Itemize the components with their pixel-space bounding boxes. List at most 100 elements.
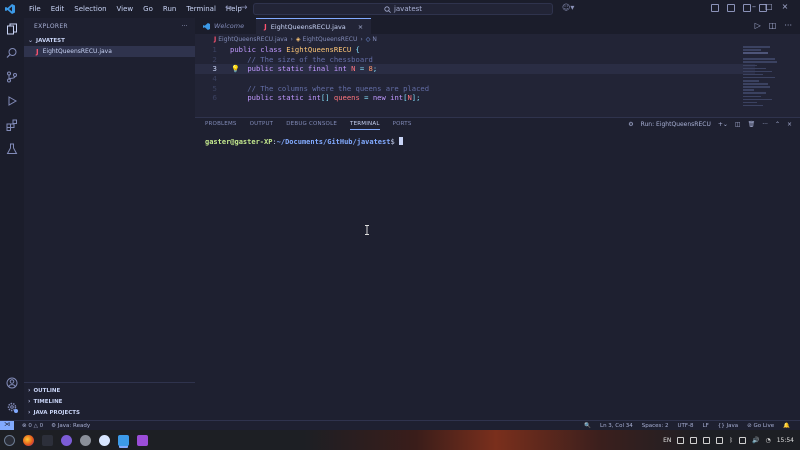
cursor-position[interactable]: Ln 3, Col 34: [600, 423, 633, 429]
vscode-icon: [203, 22, 210, 30]
breadcrumb-field[interactable]: N: [372, 36, 377, 43]
system-tray: EN ᛒ 🔊 ◔ 15:54: [663, 436, 794, 444]
status-bar: ⋊ ⊗ 0 △ 0 ⚙ Java: Ready 🔍 Ln 3, Col 34 S…: [0, 420, 800, 431]
tab-eightqueens[interactable]: J EightQueensRECU.java ×: [256, 18, 372, 34]
code-line-text: public static final int N = 8;: [247, 64, 378, 74]
line-number: 3: [212, 64, 217, 74]
menu-file[interactable]: File: [24, 5, 46, 13]
settings-icon[interactable]: [80, 434, 91, 446]
run-icon[interactable]: ▷: [755, 21, 761, 30]
menu-view[interactable]: View: [112, 5, 139, 13]
manage-gear-icon[interactable]: [6, 401, 18, 413]
source-control-icon[interactable]: [6, 71, 18, 83]
menu-run[interactable]: Run: [158, 5, 181, 13]
vscode-taskbar-icon[interactable]: [118, 434, 129, 446]
chrome-icon[interactable]: [99, 434, 110, 446]
folder-javatest[interactable]: ⌄ JAVATEST: [24, 35, 195, 46]
menu-edit[interactable]: Edit: [46, 5, 70, 13]
files-icon[interactable]: [42, 434, 53, 446]
close-icon[interactable]: ×: [782, 2, 789, 11]
field-symbol-icon: ◇: [365, 35, 371, 43]
tab-welcome[interactable]: Welcome: [195, 18, 252, 34]
close-tab-icon[interactable]: ×: [358, 23, 363, 31]
tab-debug-console[interactable]: DEBUG CONSOLE: [286, 121, 337, 129]
java-file-icon: J: [214, 35, 217, 43]
run-debug-icon[interactable]: [6, 95, 18, 107]
minimize-icon[interactable]: –: [752, 2, 756, 11]
search-text: javatest: [393, 5, 423, 13]
section-timeline[interactable]: › TIMELINE: [24, 396, 195, 407]
clipboard-icon[interactable]: [716, 436, 724, 444]
maximize-icon[interactable]: □: [765, 2, 773, 11]
close-panel-icon[interactable]: ×: [787, 121, 792, 128]
network-icon[interactable]: ◔: [765, 437, 770, 444]
breadcrumb-file[interactable]: EightQueensRECU.java: [218, 36, 287, 43]
language-mode[interactable]: {} Java: [718, 423, 738, 429]
app-launcher-icon[interactable]: [4, 434, 15, 446]
clock[interactable]: 15:54: [777, 437, 794, 444]
app-icon[interactable]: [61, 434, 72, 446]
kill-terminal-icon[interactable]: 🗑: [748, 121, 756, 128]
volume-icon[interactable]: 🔊: [752, 437, 759, 444]
battery-icon[interactable]: [738, 436, 746, 444]
breadcrumb-class[interactable]: EightQueensRECU: [303, 36, 358, 43]
new-terminal-icon[interactable]: +⌄: [718, 121, 728, 128]
tray-icon[interactable]: [690, 436, 698, 444]
section-outline[interactable]: › OUTLINE: [24, 385, 195, 396]
minimap[interactable]: [743, 46, 788, 116]
toggle-panel-icon[interactable]: [727, 4, 735, 12]
tab-output[interactable]: OUTPUT: [250, 121, 274, 129]
more-actions-icon[interactable]: ···: [784, 21, 792, 30]
menu-terminal[interactable]: Terminal: [181, 5, 221, 13]
explorer-header: EXPLORER ···: [24, 18, 195, 35]
breadcrumb-separator-icon: ›: [360, 35, 363, 43]
section-java-projects-label: JAVA PROJECTS: [33, 409, 80, 416]
line-ending[interactable]: LF: [703, 423, 709, 429]
tab-problems[interactable]: PROBLEMS: [205, 121, 237, 129]
explorer-icon[interactable]: [6, 23, 18, 35]
java-status[interactable]: ⚙ Java: Ready: [51, 423, 90, 429]
firefox-icon[interactable]: [23, 434, 34, 446]
tab-ports[interactable]: PORTS: [393, 121, 412, 129]
testing-icon[interactable]: [6, 143, 18, 155]
code-editor[interactable]: 1 public class EightQueensRECU { 2 // Th…: [195, 44, 800, 117]
activity-bar: [0, 18, 24, 420]
tab-terminal[interactable]: TERMINAL: [350, 121, 380, 130]
split-terminal-icon[interactable]: ◫: [735, 121, 741, 128]
notifications-bell-icon[interactable]: 🔔: [783, 423, 790, 429]
toggle-secondary-sidebar-icon[interactable]: [743, 4, 751, 12]
tray-icon[interactable]: [703, 436, 711, 444]
split-editor-icon[interactable]: ◫: [769, 21, 777, 30]
terminal-output[interactable]: gaster@gaster-XP:~/Documents/GitHub/java…: [205, 137, 403, 146]
back-arrow-icon[interactable]: ←: [225, 3, 233, 13]
indentation[interactable]: Spaces: 2: [642, 423, 669, 429]
discord-icon[interactable]: [677, 436, 685, 444]
forward-arrow-icon[interactable]: →: [240, 3, 248, 13]
menu-bar: File Edit Selection View Go Run Terminal…: [24, 5, 247, 13]
encoding[interactable]: UTF-8: [678, 423, 694, 429]
zoom-icon[interactable]: 🔍: [584, 423, 591, 429]
more-actions-icon[interactable]: ···: [181, 23, 188, 30]
file-item[interactable]: J EightQueensRECU.java: [24, 46, 195, 57]
menu-go[interactable]: Go: [138, 5, 158, 13]
section-java-projects[interactable]: › JAVA PROJECTS: [24, 407, 195, 418]
more-actions-icon[interactable]: ···: [762, 121, 768, 128]
code-line-text: public static int[] queens = new int[N];: [247, 93, 421, 103]
extensions-icon[interactable]: [6, 119, 18, 131]
remote-indicator-icon[interactable]: ⋊: [0, 420, 14, 431]
go-live[interactable]: ⊘ Go Live: [747, 423, 774, 429]
terminal-instance-label[interactable]: Run: EightQueensRECU: [641, 121, 711, 128]
app-icon[interactable]: [137, 434, 148, 446]
search-icon[interactable]: [6, 47, 18, 59]
keyboard-layout[interactable]: EN: [663, 437, 671, 444]
java-file-icon: J: [36, 47, 39, 56]
bluetooth-icon[interactable]: ᛒ: [729, 437, 733, 444]
vscode-logo-icon[interactable]: [5, 4, 15, 14]
accounts-icon[interactable]: [6, 377, 18, 389]
toggle-sidebar-icon[interactable]: [711, 4, 719, 12]
maximize-panel-icon[interactable]: ⌃: [775, 121, 780, 128]
menu-selection[interactable]: Selection: [69, 5, 111, 13]
errors-count[interactable]: ⊗ 0 △ 0: [22, 423, 43, 429]
command-center-search[interactable]: javatest: [253, 3, 553, 15]
copilot-icon[interactable]: ☺▾: [562, 3, 574, 12]
